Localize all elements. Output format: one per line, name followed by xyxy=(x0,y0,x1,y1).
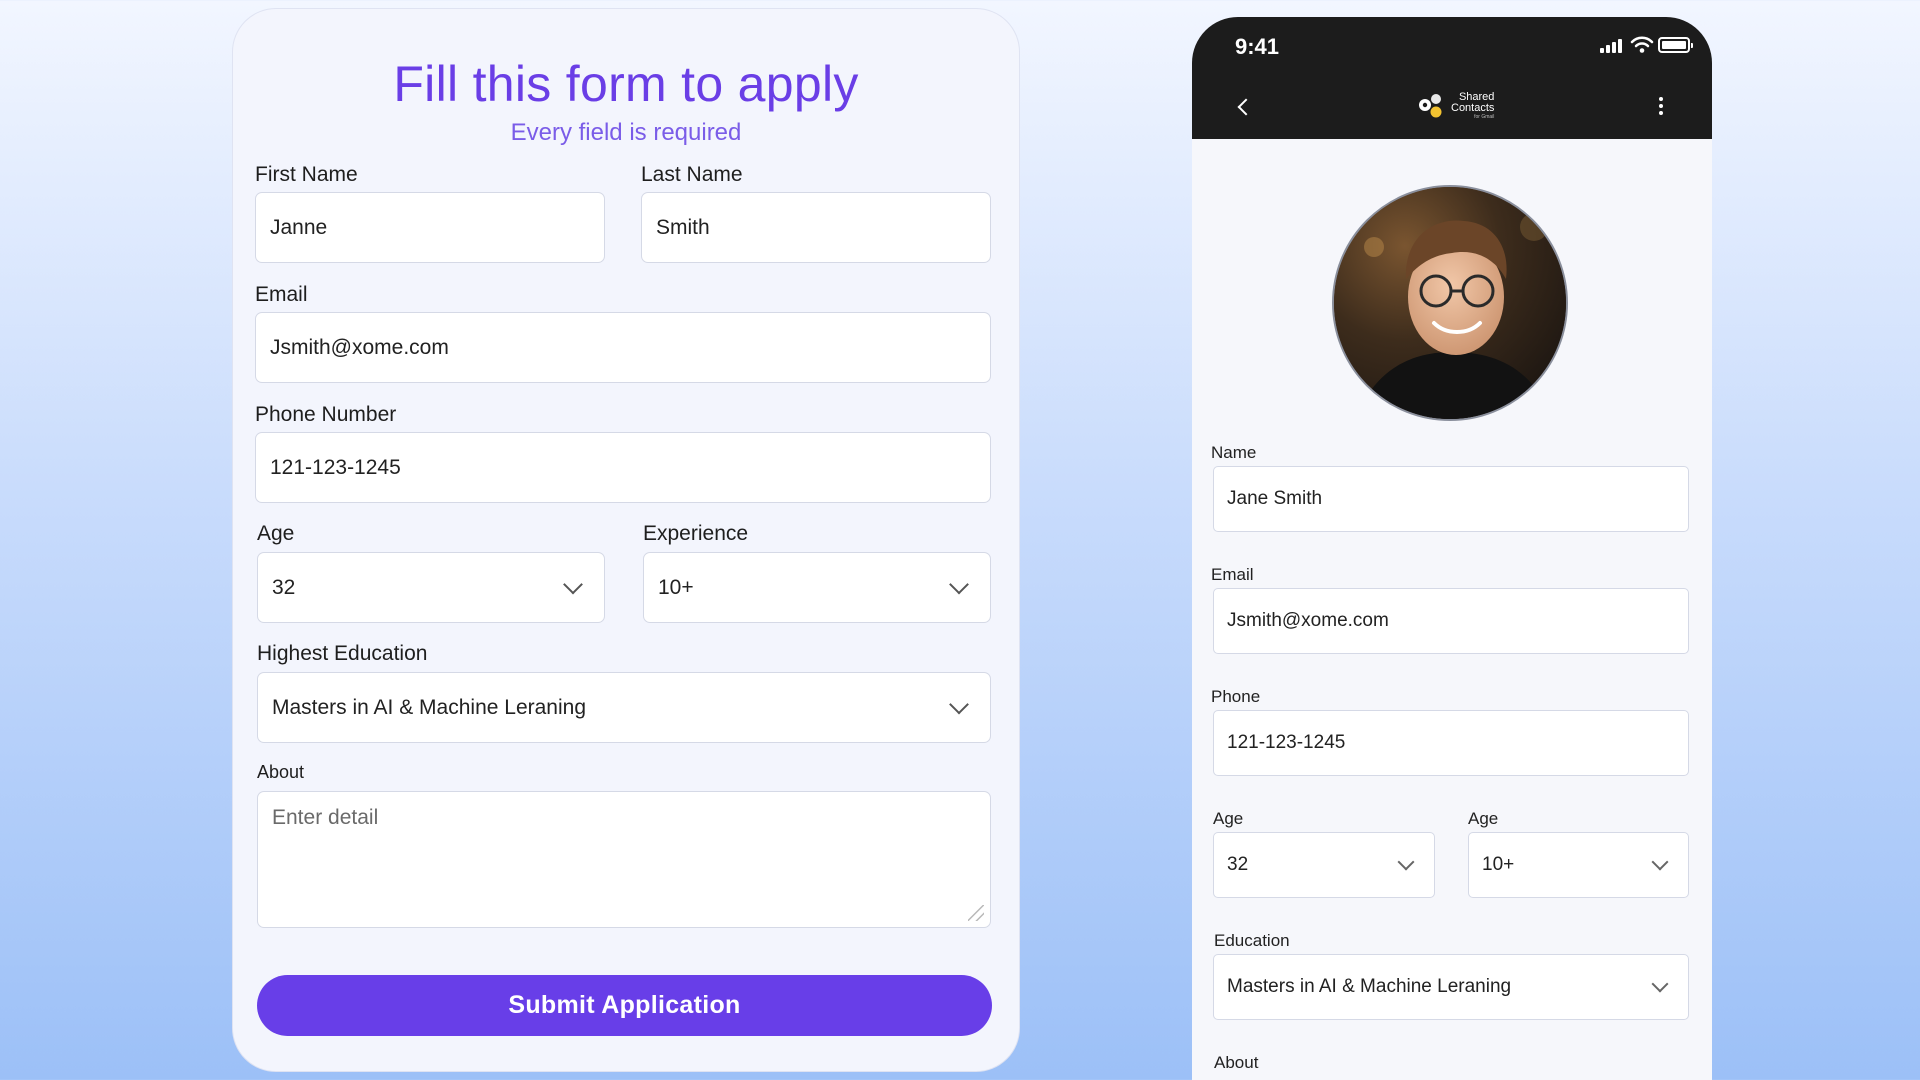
email-label: Email xyxy=(255,283,308,306)
about-placeholder: Enter detail xyxy=(272,806,379,829)
shared-contacts-logo-icon xyxy=(1419,94,1442,118)
first-name-input[interactable]: Janne xyxy=(255,192,605,263)
experience-select[interactable]: 10+ xyxy=(643,552,991,623)
experience-label: Experience xyxy=(643,522,749,545)
phone-number-value: 121-123-1245 xyxy=(270,455,401,479)
phone-phone-label: Phone xyxy=(1211,687,1261,706)
age-select[interactable]: 32 xyxy=(257,552,605,623)
education-value: Masters in AI & Machine Leraning xyxy=(272,695,586,719)
phone-email-value: Jsmith@xome.com xyxy=(1227,610,1389,631)
wifi-icon xyxy=(1630,36,1654,53)
last-name-input[interactable]: Smith xyxy=(641,192,991,263)
phone-phone-input[interactable]: 121-123-1245 xyxy=(1213,710,1689,776)
avatar xyxy=(1332,185,1568,421)
phone-email-label: Email xyxy=(1211,565,1254,584)
education-label: Highest Education xyxy=(257,642,428,665)
profile-photo xyxy=(1334,187,1566,419)
phone-number-label: Phone Number xyxy=(255,403,397,426)
phone-age-select[interactable]: 32 xyxy=(1213,832,1435,898)
age-label: Age xyxy=(257,522,295,545)
phone-mockup: 9:41 Shared Contacts for Gmail Name Jane… xyxy=(1192,17,1712,1080)
first-name-value: Janne xyxy=(270,215,328,239)
more-vertical-icon[interactable] xyxy=(1659,97,1663,117)
form-subtitle: Every field is required xyxy=(510,119,742,146)
first-name-label: First Name xyxy=(255,163,358,186)
phone-education-value: Masters in AI & Machine Leraning xyxy=(1227,976,1512,997)
form-title: Fill this form to apply xyxy=(393,56,859,112)
phone-age2-label: Age xyxy=(1468,809,1499,828)
age-value: 32 xyxy=(272,575,296,599)
resize-handle-icon[interactable] xyxy=(968,905,984,921)
phone-education-select[interactable]: Masters in AI & Machine Leraning xyxy=(1213,954,1689,1020)
chevron-down-icon xyxy=(949,694,969,714)
chevron-down-icon xyxy=(1651,975,1669,993)
phone-header: 9:41 Shared Contacts for Gmail xyxy=(1192,17,1712,139)
name-input[interactable]: Jane Smith xyxy=(1213,466,1689,532)
app-logo: Shared Contacts for Gmail xyxy=(1416,91,1494,121)
app-name-line2: Contacts xyxy=(1451,102,1495,114)
chevron-down-icon xyxy=(1397,853,1415,871)
status-time: 9:41 xyxy=(1235,34,1280,59)
chevron-down-icon xyxy=(563,574,583,594)
app-tagline: for Gmail xyxy=(1474,114,1495,120)
chevron-down-icon xyxy=(949,574,969,594)
about-textarea[interactable]: Enter detail xyxy=(257,791,991,928)
chevron-down-icon xyxy=(1651,853,1669,871)
cellular-signal-icon xyxy=(1600,39,1624,53)
name-label: Name xyxy=(1211,443,1257,462)
experience-value: 10+ xyxy=(658,575,694,599)
application-form-card: Fill this form to apply Every field is r… xyxy=(232,8,1020,1072)
phone-age-label: Age xyxy=(1213,809,1244,828)
phone-age2-select[interactable]: 10+ xyxy=(1468,832,1689,898)
battery-icon xyxy=(1658,37,1693,53)
phone-about-label: About xyxy=(1214,1053,1259,1072)
phone-number-input[interactable]: 121-123-1245 xyxy=(255,432,991,503)
last-name-label: Last Name xyxy=(641,163,743,186)
phone-phone-value: 121-123-1245 xyxy=(1227,732,1346,753)
submit-application-button[interactable]: Submit Application xyxy=(257,975,992,1036)
phone-age2-value: 10+ xyxy=(1482,854,1515,875)
name-value: Jane Smith xyxy=(1227,488,1323,509)
phone-education-label: Education xyxy=(1214,931,1290,950)
back-arrow-icon[interactable] xyxy=(1237,98,1255,116)
email-input[interactable]: Jsmith@xome.com xyxy=(255,312,991,383)
phone-age-value: 32 xyxy=(1227,854,1249,875)
about-label: About xyxy=(257,762,305,782)
email-value: Jsmith@xome.com xyxy=(270,335,449,359)
education-select[interactable]: Masters in AI & Machine Leraning xyxy=(257,672,991,743)
last-name-value: Smith xyxy=(656,215,710,239)
phone-email-input[interactable]: Jsmith@xome.com xyxy=(1213,588,1689,654)
